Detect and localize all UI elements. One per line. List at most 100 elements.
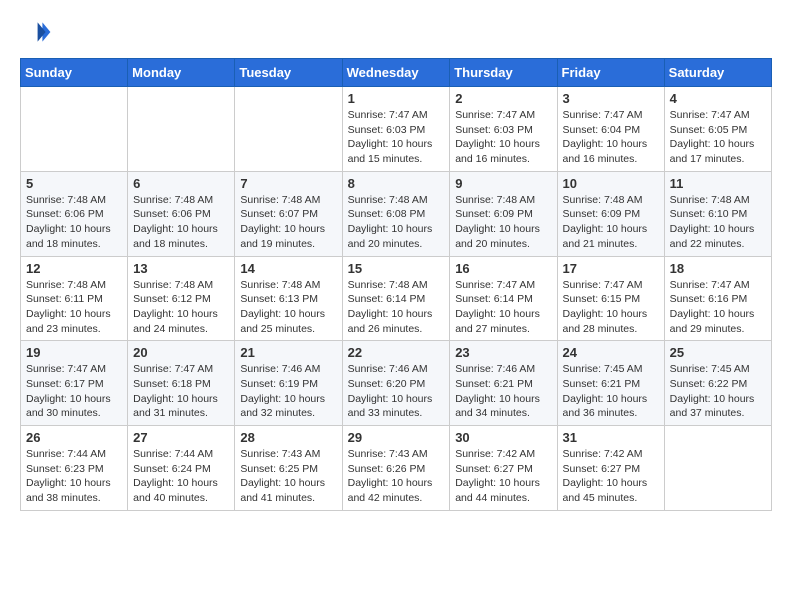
calendar-cell: 30 Sunrise: 7:42 AM Sunset: 6:27 PM Dayli… bbox=[450, 426, 557, 511]
calendar-cell: 4Sunrise: 7:47 AM Sunset: 6:05 PM Daylig… bbox=[664, 87, 771, 172]
calendar-cell: 10 Sunrise: 7:48 AM Sunset: 6:09 PM Dayli… bbox=[557, 171, 664, 256]
day-info: Sunrise: 7:48 AM Sunset: 6:09 PM Dayligh… bbox=[563, 193, 659, 252]
calendar-cell: 31 Sunrise: 7:42 AM Sunset: 6:27 PM Dayli… bbox=[557, 426, 664, 511]
day-info: Sunrise: 7:47 AM Sunset: 6:05 PM Dayligh… bbox=[670, 108, 766, 167]
day-info: Sunrise: 7:45 AM Sunset: 6:22 PM Dayligh… bbox=[670, 362, 766, 421]
calendar-cell: 25Sunrise: 7:45 AM Sunset: 6:22 PM Dayli… bbox=[664, 341, 771, 426]
day-info: Sunrise: 7:48 AM Sunset: 6:14 PM Dayligh… bbox=[348, 278, 445, 337]
day-info: Sunrise: 7:44 AM Sunset: 6:24 PM Dayligh… bbox=[133, 447, 229, 506]
day-info: Sunrise: 7:46 AM Sunset: 6:19 PM Dayligh… bbox=[240, 362, 336, 421]
day-number: 2 bbox=[455, 91, 551, 106]
header bbox=[20, 16, 772, 48]
day-number: 28 bbox=[240, 430, 336, 445]
calendar-cell: 5 Sunrise: 7:48 AM Sunset: 6:06 PM Daylig… bbox=[21, 171, 128, 256]
calendar-body: 1 Sunrise: 7:47 AM Sunset: 6:03 PM Daylig… bbox=[21, 87, 772, 511]
day-number: 21 bbox=[240, 345, 336, 360]
day-info: Sunrise: 7:48 AM Sunset: 6:12 PM Dayligh… bbox=[133, 278, 229, 337]
day-info: Sunrise: 7:48 AM Sunset: 6:11 PM Dayligh… bbox=[26, 278, 122, 337]
calendar-week-5: 26 Sunrise: 7:44 AM Sunset: 6:23 PM Dayli… bbox=[21, 426, 772, 511]
day-info: Sunrise: 7:44 AM Sunset: 6:23 PM Dayligh… bbox=[26, 447, 122, 506]
day-number: 10 bbox=[563, 176, 659, 191]
calendar-cell: 23 Sunrise: 7:46 AM Sunset: 6:21 PM Dayli… bbox=[450, 341, 557, 426]
calendar-cell: 21 Sunrise: 7:46 AM Sunset: 6:19 PM Dayli… bbox=[235, 341, 342, 426]
calendar-cell bbox=[664, 426, 771, 511]
day-info: Sunrise: 7:47 AM Sunset: 6:03 PM Dayligh… bbox=[348, 108, 445, 167]
day-number: 5 bbox=[26, 176, 122, 191]
day-number: 13 bbox=[133, 261, 229, 276]
calendar-cell: 19 Sunrise: 7:47 AM Sunset: 6:17 PM Dayli… bbox=[21, 341, 128, 426]
day-info: Sunrise: 7:42 AM Sunset: 6:27 PM Dayligh… bbox=[563, 447, 659, 506]
day-number: 26 bbox=[26, 430, 122, 445]
logo-icon bbox=[20, 16, 52, 48]
day-number: 22 bbox=[348, 345, 445, 360]
day-info: Sunrise: 7:46 AM Sunset: 6:20 PM Dayligh… bbox=[348, 362, 445, 421]
calendar-table: SundayMondayTuesdayWednesdayThursdayFrid… bbox=[20, 58, 772, 511]
weekday-header-thursday: Thursday bbox=[450, 59, 557, 87]
calendar-cell: 16 Sunrise: 7:47 AM Sunset: 6:14 PM Dayli… bbox=[450, 256, 557, 341]
weekday-row: SundayMondayTuesdayWednesdayThursdayFrid… bbox=[21, 59, 772, 87]
day-info: Sunrise: 7:48 AM Sunset: 6:07 PM Dayligh… bbox=[240, 193, 336, 252]
day-number: 9 bbox=[455, 176, 551, 191]
weekday-header-sunday: Sunday bbox=[21, 59, 128, 87]
weekday-header-friday: Friday bbox=[557, 59, 664, 87]
day-number: 11 bbox=[670, 176, 766, 191]
day-number: 24 bbox=[563, 345, 659, 360]
day-info: Sunrise: 7:48 AM Sunset: 6:06 PM Dayligh… bbox=[133, 193, 229, 252]
day-info: Sunrise: 7:47 AM Sunset: 6:16 PM Dayligh… bbox=[670, 278, 766, 337]
day-info: Sunrise: 7:43 AM Sunset: 6:25 PM Dayligh… bbox=[240, 447, 336, 506]
calendar-cell bbox=[21, 87, 128, 172]
logo bbox=[20, 16, 56, 48]
calendar-cell: 6 Sunrise: 7:48 AM Sunset: 6:06 PM Daylig… bbox=[128, 171, 235, 256]
day-info: Sunrise: 7:47 AM Sunset: 6:04 PM Dayligh… bbox=[563, 108, 659, 167]
day-info: Sunrise: 7:48 AM Sunset: 6:08 PM Dayligh… bbox=[348, 193, 445, 252]
calendar-cell: 17 Sunrise: 7:47 AM Sunset: 6:15 PM Dayli… bbox=[557, 256, 664, 341]
calendar-header: SundayMondayTuesdayWednesdayThursdayFrid… bbox=[21, 59, 772, 87]
calendar-cell: 14Sunrise: 7:48 AM Sunset: 6:13 PM Dayli… bbox=[235, 256, 342, 341]
day-number: 19 bbox=[26, 345, 122, 360]
page: SundayMondayTuesdayWednesdayThursdayFrid… bbox=[0, 0, 792, 527]
calendar-cell: 20 Sunrise: 7:47 AM Sunset: 6:18 PM Dayli… bbox=[128, 341, 235, 426]
day-number: 31 bbox=[563, 430, 659, 445]
calendar-cell: 22 Sunrise: 7:46 AM Sunset: 6:20 PM Dayli… bbox=[342, 341, 450, 426]
calendar-cell bbox=[128, 87, 235, 172]
calendar-cell: 15Sunrise: 7:48 AM Sunset: 6:14 PM Dayli… bbox=[342, 256, 450, 341]
day-info: Sunrise: 7:42 AM Sunset: 6:27 PM Dayligh… bbox=[455, 447, 551, 506]
calendar-cell: 18 Sunrise: 7:47 AM Sunset: 6:16 PM Dayli… bbox=[664, 256, 771, 341]
day-info: Sunrise: 7:47 AM Sunset: 6:15 PM Dayligh… bbox=[563, 278, 659, 337]
day-number: 12 bbox=[26, 261, 122, 276]
day-number: 27 bbox=[133, 430, 229, 445]
day-number: 6 bbox=[133, 176, 229, 191]
day-number: 18 bbox=[670, 261, 766, 276]
calendar-cell: 29Sunrise: 7:43 AM Sunset: 6:26 PM Dayli… bbox=[342, 426, 450, 511]
calendar-week-2: 5 Sunrise: 7:48 AM Sunset: 6:06 PM Daylig… bbox=[21, 171, 772, 256]
calendar-cell: 7 Sunrise: 7:48 AM Sunset: 6:07 PM Daylig… bbox=[235, 171, 342, 256]
calendar-cell: 27 Sunrise: 7:44 AM Sunset: 6:24 PM Dayli… bbox=[128, 426, 235, 511]
day-number: 17 bbox=[563, 261, 659, 276]
day-info: Sunrise: 7:47 AM Sunset: 6:17 PM Dayligh… bbox=[26, 362, 122, 421]
day-number: 3 bbox=[563, 91, 659, 106]
day-info: Sunrise: 7:48 AM Sunset: 6:10 PM Dayligh… bbox=[670, 193, 766, 252]
day-number: 20 bbox=[133, 345, 229, 360]
calendar-cell: 9Sunrise: 7:48 AM Sunset: 6:09 PM Daylig… bbox=[450, 171, 557, 256]
day-info: Sunrise: 7:48 AM Sunset: 6:06 PM Dayligh… bbox=[26, 193, 122, 252]
day-info: Sunrise: 7:47 AM Sunset: 6:18 PM Dayligh… bbox=[133, 362, 229, 421]
day-info: Sunrise: 7:47 AM Sunset: 6:03 PM Dayligh… bbox=[455, 108, 551, 167]
day-number: 23 bbox=[455, 345, 551, 360]
day-number: 7 bbox=[240, 176, 336, 191]
weekday-header-saturday: Saturday bbox=[664, 59, 771, 87]
day-number: 8 bbox=[348, 176, 445, 191]
day-number: 30 bbox=[455, 430, 551, 445]
day-number: 16 bbox=[455, 261, 551, 276]
day-info: Sunrise: 7:47 AM Sunset: 6:14 PM Dayligh… bbox=[455, 278, 551, 337]
calendar-cell: 2 Sunrise: 7:47 AM Sunset: 6:03 PM Daylig… bbox=[450, 87, 557, 172]
day-info: Sunrise: 7:46 AM Sunset: 6:21 PM Dayligh… bbox=[455, 362, 551, 421]
day-info: Sunrise: 7:48 AM Sunset: 6:13 PM Dayligh… bbox=[240, 278, 336, 337]
weekday-header-wednesday: Wednesday bbox=[342, 59, 450, 87]
calendar-cell: 12 Sunrise: 7:48 AM Sunset: 6:11 PM Dayli… bbox=[21, 256, 128, 341]
calendar-week-3: 12 Sunrise: 7:48 AM Sunset: 6:11 PM Dayli… bbox=[21, 256, 772, 341]
day-number: 1 bbox=[348, 91, 445, 106]
calendar-cell: 3 Sunrise: 7:47 AM Sunset: 6:04 PM Daylig… bbox=[557, 87, 664, 172]
day-number: 29 bbox=[348, 430, 445, 445]
calendar-cell: 28 Sunrise: 7:43 AM Sunset: 6:25 PM Dayli… bbox=[235, 426, 342, 511]
weekday-header-tuesday: Tuesday bbox=[235, 59, 342, 87]
